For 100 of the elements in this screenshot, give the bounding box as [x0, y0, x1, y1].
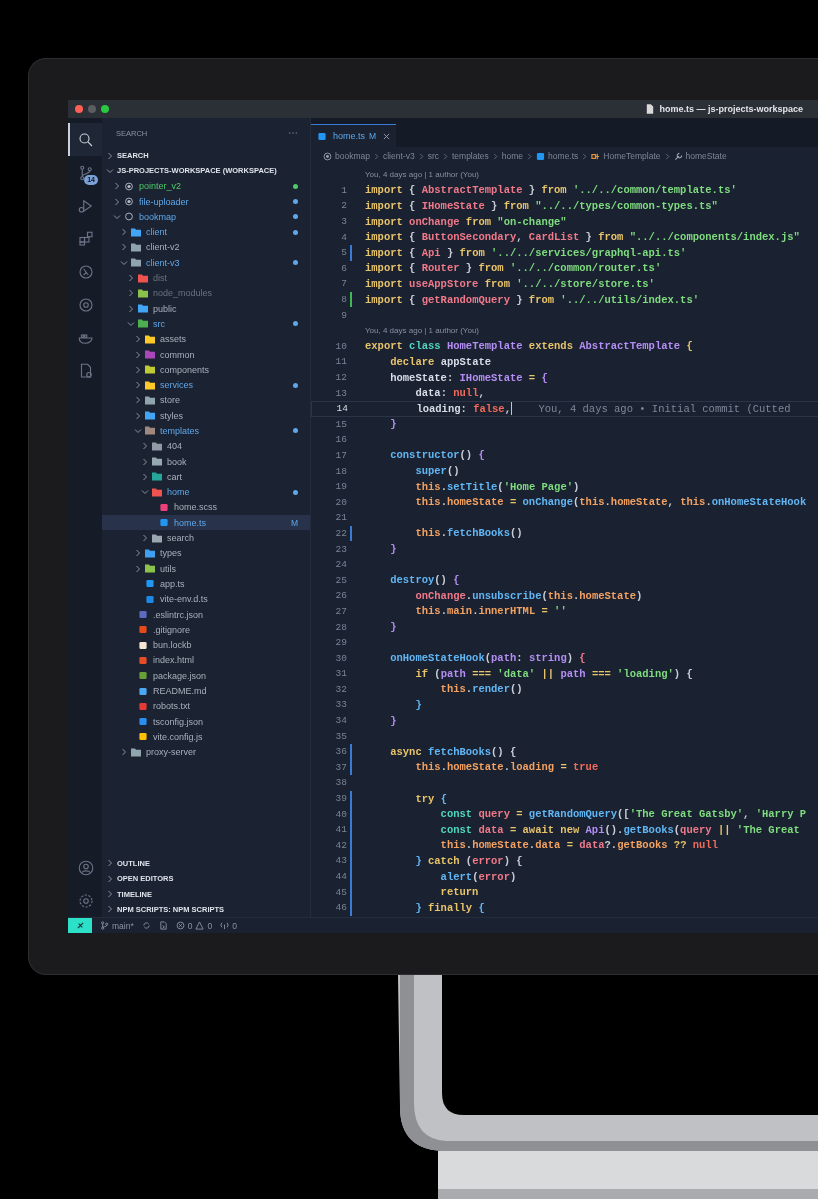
tree-item[interactable]: client: [102, 224, 310, 240]
tree-item[interactable]: search: [102, 530, 310, 546]
tree-item[interactable]: types: [102, 545, 310, 561]
line-number: 45: [334, 886, 347, 898]
code-line: try {: [414, 792, 447, 805]
tree-item[interactable]: package.json: [102, 668, 310, 684]
code-line: } catch (error) {: [414, 854, 523, 867]
tree-item[interactable]: pointer_v2: [102, 178, 310, 194]
tree-item[interactable]: home.scss: [102, 499, 310, 516]
breadcrumb-item[interactable]: src: [427, 151, 439, 161]
line-number: 28: [334, 621, 347, 633]
breadcrumb-item[interactable]: home.ts: [536, 151, 579, 161]
line-number: 19: [334, 481, 347, 493]
tree-item[interactable]: index.html: [102, 652, 310, 669]
branch-button[interactable]: main*: [100, 920, 134, 931]
chevron-icon: [441, 152, 449, 160]
code-line: this.homeState.loading = true: [414, 761, 599, 774]
tree-item[interactable]: services: [102, 377, 310, 393]
code-line: async fetchBooks() {: [389, 745, 517, 758]
close-button[interactable]: [75, 105, 83, 113]
tree-item[interactable]: .eslintrc.json: [102, 606, 310, 623]
line-number: 5: [340, 247, 347, 259]
code-line: }: [389, 621, 397, 633]
close-icon[interactable]: [383, 132, 391, 140]
line-number: 43: [334, 855, 347, 867]
line-number: 18: [334, 465, 347, 477]
tree-item[interactable]: home.ts M: [102, 515, 310, 531]
breadcrumb-item[interactable]: HomeTemplate: [591, 151, 661, 161]
line-number: 20: [334, 496, 347, 508]
code-line: alert(error): [439, 870, 517, 883]
tree-item[interactable]: templates: [102, 423, 310, 439]
code-line: import { ButtonSecondary, CardList } from "../../components/index.js": [365, 231, 800, 244]
tree-item[interactable]: README.md: [102, 683, 310, 699]
tree-item[interactable]: robots.txt: [102, 698, 310, 714]
wrench-icon: [673, 151, 683, 161]
settings-icon: [77, 891, 95, 910]
line-number: 17: [334, 450, 347, 461]
tree-item[interactable]: bookmap: [102, 209, 310, 225]
line-number: 9: [340, 309, 347, 321]
line-number: 7: [340, 278, 347, 290]
codelens-text[interactable]: You, 4 days ago | 1 author (You): [365, 170, 479, 180]
sync-icon[interactable]: [141, 921, 151, 930]
ports-button[interactable]: 0: [220, 920, 237, 931]
breadcrumb-item[interactable]: homeState: [673, 151, 727, 161]
code-line: super(): [414, 465, 460, 478]
tree-item[interactable]: book: [102, 453, 310, 470]
line-number: 44: [334, 871, 347, 882]
code-line: this.homeState.data = data?.getBooks ?? null: [439, 839, 718, 852]
tree-item[interactable]: proxy-server: [102, 744, 310, 760]
breadcrumb-item[interactable]: templates: [451, 151, 489, 161]
tree-item[interactable]: utils: [102, 561, 310, 577]
tree-item[interactable]: app.ts: [102, 576, 310, 592]
tree-item[interactable]: src: [102, 316, 310, 332]
tree-item[interactable]: bun.lockb: [102, 637, 310, 653]
tree-item[interactable]: home: [102, 484, 310, 500]
zoom-button[interactable]: [101, 105, 109, 113]
line-number: 4: [340, 231, 347, 243]
tree-item[interactable]: cart: [102, 469, 310, 485]
tree-item[interactable]: components: [102, 362, 310, 378]
file-icon: [317, 131, 327, 141]
tree-item[interactable]: 404: [102, 438, 310, 454]
code-line: destroy() {: [389, 574, 460, 587]
code-line: this.render(): [439, 683, 523, 696]
repository-icon: [323, 151, 332, 161]
tree-item[interactable]: public: [102, 300, 310, 317]
tree-item[interactable]: tsconfig.json: [102, 714, 310, 730]
code-line: return: [439, 886, 479, 899]
activity-bar-item[interactable]: [68, 123, 102, 156]
minimize-button[interactable]: [88, 105, 96, 113]
line-number: 3: [340, 216, 347, 228]
breadcrumb-item[interactable]: home: [501, 151, 524, 161]
problems-button[interactable]: 0 0: [175, 920, 213, 931]
tree-item[interactable]: store: [102, 392, 310, 409]
breadcrumb-item[interactable]: bookmap: [323, 151, 370, 161]
tree-item[interactable]: vite-env.d.ts: [102, 591, 310, 607]
codelens-text[interactable]: You, 4 days ago | 1 author (You): [365, 326, 479, 336]
tree-item[interactable]: assets: [102, 331, 310, 347]
line-number: 29: [334, 637, 347, 649]
breadcrumb-item[interactable]: client-v3: [382, 151, 415, 161]
remote-button[interactable]: [68, 918, 92, 933]
line-number: 34: [334, 715, 347, 727]
tree-item[interactable]: .gitignore: [102, 622, 310, 638]
code-line: if (path === 'data' || path === 'loading') {: [414, 667, 693, 680]
tree-item[interactable]: client-v2: [102, 239, 310, 256]
blame-annotation: You, 4 days ago • Initial commit (Cutted: [538, 402, 791, 415]
code-line: export class HomeTemplate extends AbstractTemplate {: [365, 340, 693, 353]
search-icon: [77, 130, 95, 149]
tree-item[interactable]: file-uploader: [102, 193, 310, 210]
tree-item[interactable]: client-v3: [102, 255, 310, 271]
line-number: 33: [334, 699, 347, 711]
publish-icon[interactable]: [158, 921, 168, 930]
code-line: onChange.unsubscribe(this.homeState): [414, 589, 643, 602]
tree-item[interactable]: styles: [102, 408, 310, 424]
editor-tab[interactable]: home.ts M: [311, 124, 397, 147]
more-icon[interactable]: [288, 131, 298, 135]
tree-item[interactable]: vite.config.js: [102, 729, 310, 745]
tree-item[interactable]: common: [102, 346, 310, 363]
status-letter: M: [290, 517, 298, 528]
target-icon: [77, 295, 95, 314]
status-letter: M: [369, 131, 377, 141]
